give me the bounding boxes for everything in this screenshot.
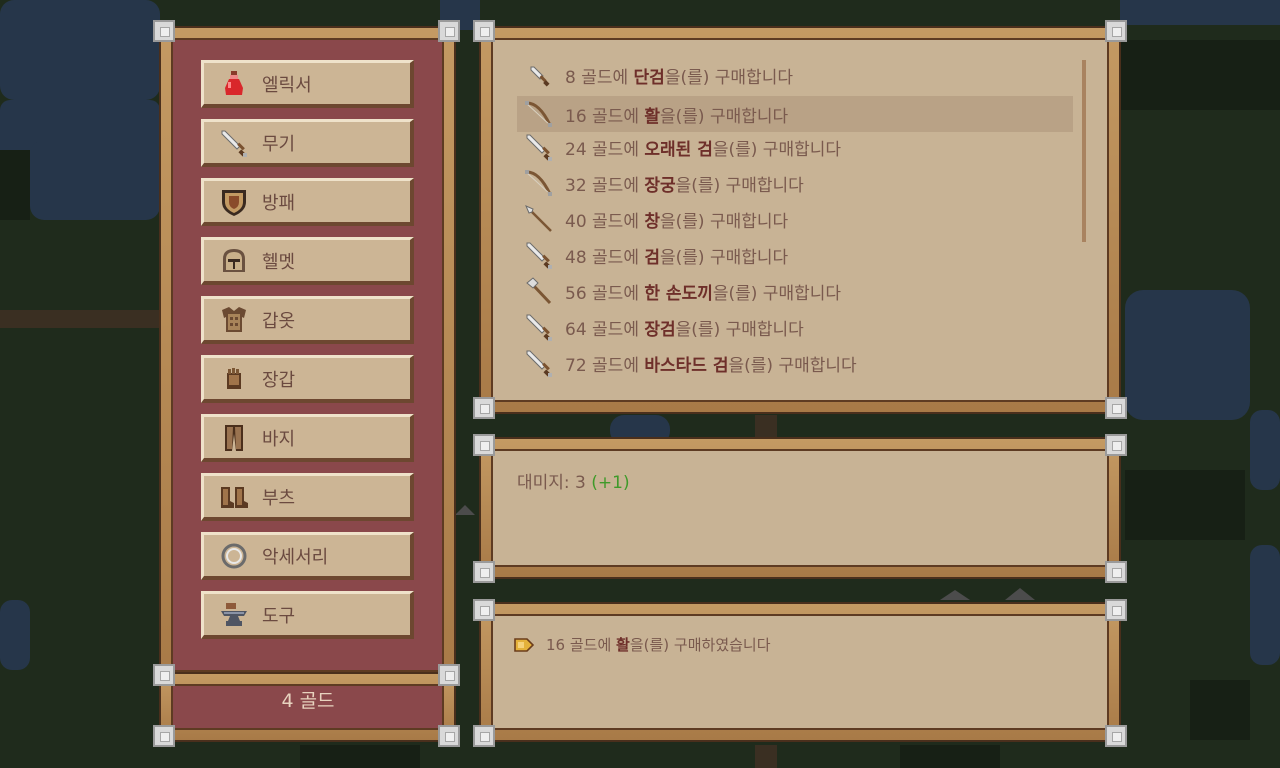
category-button-armor[interactable]: 갑옷 [201, 296, 414, 344]
damage-label: 대미지: 3 [517, 473, 586, 493]
rivet-icon [473, 725, 495, 747]
category-label: 갑옷 [262, 310, 296, 332]
potion-icon [218, 68, 250, 100]
spear-icon [523, 203, 555, 235]
category-label: 악세서리 [262, 546, 329, 568]
item-text: 64 골드에 장검을(를) 구매합니다 [565, 319, 804, 340]
sword-icon [523, 311, 555, 343]
category-button-shield[interactable]: 방패 [201, 178, 414, 226]
item-text: 16 골드에 활을(를) 구매합니다 [565, 106, 789, 127]
rivet-icon [1105, 397, 1127, 419]
category-button-weapon[interactable]: 무기 [201, 119, 414, 167]
item-text: 72 골드에 바스타드 검을(를) 구매합니다 [565, 355, 857, 376]
rivet-icon [1105, 725, 1127, 747]
sword-icon [523, 239, 555, 271]
rivet-icon [1105, 20, 1127, 42]
item-text: 24 골드에 오래된 검을(를) 구매합니다 [565, 139, 842, 160]
armor-icon [218, 304, 250, 336]
category-label: 헬멧 [262, 251, 296, 273]
category-button-boots[interactable]: 부츠 [201, 473, 414, 521]
sword-icon [218, 127, 250, 159]
rivet-icon [1105, 561, 1127, 583]
rivet-icon [438, 725, 460, 747]
shop-item-row[interactable]: 8 골드에 단검을(를) 구매합니다 [517, 57, 1073, 93]
rivet-icon [473, 561, 495, 583]
boots-icon [218, 481, 250, 513]
message-log-panel [479, 602, 1121, 742]
shop-item-row-selected[interactable]: 16 골드에 활을(를) 구매합니다 [517, 96, 1073, 132]
rivet-icon [1105, 434, 1127, 456]
category-label: 방패 [262, 192, 296, 214]
gold-amount: 4 골드 [281, 690, 335, 712]
category-label: 엘릭서 [262, 74, 312, 96]
category-label: 무기 [262, 133, 296, 155]
sword-icon [523, 131, 555, 163]
item-text: 48 골드에 검을(를) 구매합니다 [565, 247, 789, 268]
item-list-scrollbar[interactable] [1082, 60, 1086, 242]
rivet-icon [473, 434, 495, 456]
rivet-icon [438, 664, 460, 686]
shop-item-row[interactable]: 56 골드에 한 손도끼을(를) 구매합니다 [517, 273, 1073, 309]
shop-item-row[interactable]: 32 골드에 장궁을(를) 구매합니다 [517, 165, 1073, 201]
bow-icon [523, 167, 555, 199]
rivet-icon [473, 397, 495, 419]
category-label: 장갑 [262, 369, 296, 391]
category-button-elixir[interactable]: 엘릭서 [201, 60, 414, 108]
shop-item-row[interactable]: 72 골드에 바스타드 검을(를) 구매합니다 [517, 345, 1073, 381]
arrow-tag-icon [514, 638, 534, 652]
sword-icon [523, 347, 555, 379]
category-button-tools[interactable]: 도구 [201, 591, 414, 639]
category-label: 바지 [262, 428, 296, 450]
rivet-icon [153, 725, 175, 747]
shop-item-row[interactable]: 40 골드에 창을(를) 구매합니다 [517, 201, 1073, 237]
category-button-helmet[interactable]: 헬멧 [201, 237, 414, 285]
shield-icon [218, 186, 250, 218]
anvil-icon [218, 599, 250, 631]
bow-icon [523, 98, 555, 130]
rivet-icon [1105, 599, 1127, 621]
category-label: 도구 [262, 605, 296, 627]
purchase-message: 16 골드에 활을(를) 구매하였습니다 [514, 634, 771, 655]
damage-stat: 대미지: 3 (+1) [517, 468, 630, 493]
item-text: 8 골드에 단검을(를) 구매합니다 [565, 67, 793, 88]
rivet-icon [153, 664, 175, 686]
purchase-message-text: 16 골드에 활을(를) 구매하였습니다 [546, 636, 771, 654]
axe-icon [523, 275, 555, 307]
dagger-icon [523, 59, 555, 91]
rivet-icon [473, 20, 495, 42]
shop-item-row[interactable]: 64 골드에 장검을(를) 구매합니다 [517, 309, 1073, 345]
rivet-icon [473, 599, 495, 621]
glove-icon [218, 363, 250, 395]
category-button-pants[interactable]: 바지 [201, 414, 414, 462]
rivet-icon [153, 20, 175, 42]
item-text: 32 골드에 장궁을(를) 구매합니다 [565, 175, 804, 196]
category-label: 부츠 [262, 487, 296, 509]
category-button-accessory[interactable]: 악세서리 [201, 532, 414, 580]
helmet-icon [218, 245, 250, 277]
item-text: 56 골드에 한 손도끼을(를) 구매합니다 [565, 283, 842, 304]
shop-item-row[interactable]: 24 골드에 오래된 검을(를) 구매합니다 [517, 129, 1073, 165]
rivet-icon [438, 20, 460, 42]
shop-item-row[interactable]: 48 골드에 검을(를) 구매합니다 [517, 237, 1073, 273]
item-text: 40 골드에 창을(를) 구매합니다 [565, 211, 789, 232]
damage-bonus: (+1) [591, 473, 630, 493]
ring-icon [218, 540, 250, 572]
category-button-gloves[interactable]: 장갑 [201, 355, 414, 403]
pants-icon [218, 422, 250, 454]
stat-panel [479, 437, 1121, 579]
